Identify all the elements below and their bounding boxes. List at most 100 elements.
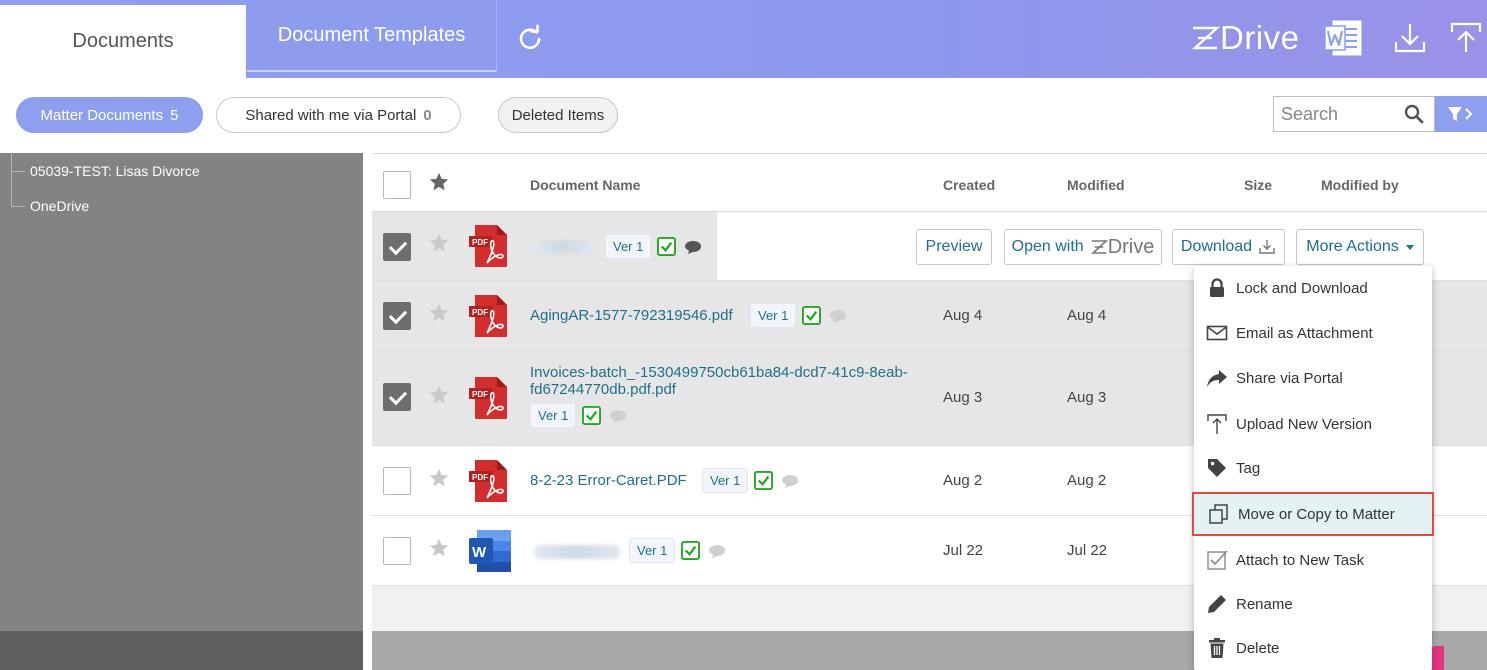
zdrive-logo: Drive	[1190, 19, 1300, 56]
preview-button[interactable]: Preview	[916, 229, 992, 265]
caret-down-icon	[1405, 244, 1414, 250]
select-all-checkbox[interactable]	[383, 171, 411, 199]
pdf-file-icon: PDF	[469, 295, 507, 337]
modified-date: Aug 3	[1067, 389, 1107, 406]
menu-item-label: Share via Portal	[1236, 369, 1343, 387]
shared-portal-filter[interactable]: Shared with me via Portal 0	[216, 97, 461, 133]
modified-date: Aug 4	[1067, 307, 1107, 324]
matter-documents-filter[interactable]: Matter Documents 5	[16, 97, 203, 133]
comment-icon[interactable]	[781, 473, 799, 489]
menu-item-delete[interactable]: Delete	[1194, 626, 1432, 670]
version-badge[interactable]: Ver 1	[702, 468, 749, 493]
comment-icon[interactable]	[829, 308, 847, 324]
file-name-link[interactable]: Invoices-batch_-1530499750cb61ba84-dcd7-…	[530, 364, 908, 398]
share-arrow-icon	[1207, 370, 1227, 387]
menu-item-label: Email as Attachment	[1236, 324, 1373, 342]
download-label: Download	[1180, 238, 1253, 255]
word-icon[interactable]	[1323, 18, 1363, 58]
version-badge[interactable]: Ver 1	[629, 538, 676, 563]
star-icon[interactable]	[428, 384, 450, 406]
tree-connector	[11, 171, 25, 172]
upload-icon[interactable]	[1446, 18, 1486, 58]
version-group: Ver 1	[530, 403, 627, 428]
svg-text:PDF: PDF	[472, 390, 488, 399]
comment-icon[interactable]	[708, 543, 726, 559]
row-checkbox[interactable]	[383, 467, 411, 495]
deleted-items-filter[interactable]: Deleted Items	[498, 97, 618, 133]
search-box	[1273, 96, 1435, 132]
zdrive-logo-text: Drive	[1220, 19, 1300, 56]
menu-item-email-as-attachment[interactable]: Email as Attachment	[1194, 311, 1432, 355]
menu-item-lock-and-download[interactable]: Lock and Download	[1194, 266, 1432, 310]
matter-documents-count: 5	[170, 106, 179, 124]
refresh-icon[interactable]	[516, 24, 544, 52]
menu-item-share-via-portal[interactable]: Share via Portal	[1194, 356, 1432, 400]
task-check-icon	[1207, 550, 1228, 570]
menu-item-label: Attach to New Task	[1236, 551, 1365, 569]
svg-text:PDF: PDF	[472, 238, 488, 247]
tab-document-templates[interactable]: Document Templates	[247, 0, 497, 72]
menu-item-label: Tag	[1236, 459, 1261, 477]
menu-item-label: Move or Copy to Matter	[1238, 505, 1395, 523]
comment-icon[interactable]	[684, 239, 702, 255]
tree-item-onedrive[interactable]: OneDrive	[30, 198, 89, 214]
download-button[interactable]: Download	[1172, 229, 1285, 265]
version-badge[interactable]: Ver 1	[750, 303, 797, 328]
tree-item-matter[interactable]: 05039-TEST: Lisas Divorce	[30, 163, 200, 179]
checked-in-icon	[754, 471, 774, 490]
more-actions-button[interactable]: More Actions	[1296, 229, 1424, 265]
redacted-file-name	[530, 240, 596, 254]
comment-icon[interactable]	[609, 408, 627, 424]
redacted-file-name	[534, 545, 620, 559]
file-name-link[interactable]: AgingAR-1577-792319546.pdf	[530, 307, 733, 324]
row-checkbox[interactable]	[383, 537, 411, 565]
deleted-items-label: Deleted Items	[511, 106, 605, 124]
menu-item-rename[interactable]: Rename	[1194, 582, 1432, 626]
pdf-file-icon: PDF	[469, 225, 507, 267]
top-header: Documents Document Templates Drive	[0, 0, 1487, 78]
menu-item-upload-new-version[interactable]: Upload New Version	[1194, 402, 1432, 446]
search-input[interactable]	[1281, 99, 1401, 129]
column-modified-by[interactable]: Modified by	[1321, 177, 1399, 193]
star-icon[interactable]	[428, 232, 450, 254]
tag-icon	[1208, 459, 1226, 477]
pencil-icon	[1208, 595, 1226, 613]
column-size[interactable]: Size	[1244, 177, 1272, 193]
menu-item-label: Rename	[1236, 595, 1293, 613]
tab-documents[interactable]: Documents	[0, 5, 246, 78]
version-group: Ver 1	[750, 303, 847, 328]
filter-button[interactable]	[1435, 96, 1487, 132]
created-date: Aug 4	[943, 307, 983, 324]
star-icon[interactable]	[428, 537, 450, 559]
download-icon	[1259, 240, 1275, 254]
open-with-zdrive-button[interactable]: Open with Drive	[1004, 229, 1162, 265]
table-header: Document Name Created Modified Size Modi…	[372, 153, 1487, 212]
row-checkbox[interactable]	[383, 302, 411, 330]
file-name-line: Invoices-batch_-1530499750cb61ba84-dcd7-…	[530, 364, 908, 381]
pdf-file-icon: PDF	[469, 460, 507, 502]
menu-item-tag[interactable]: Tag	[1194, 446, 1432, 490]
row-checkbox[interactable]	[383, 383, 411, 411]
version-badge[interactable]: Ver 1	[530, 403, 577, 428]
column-document-name[interactable]: Document Name	[530, 177, 640, 193]
file-name-link[interactable]: 8-2-23 Error-Caret.PDF	[530, 472, 687, 489]
row-checkbox[interactable]	[383, 233, 411, 261]
star-icon[interactable]	[428, 467, 450, 489]
column-modified[interactable]: Modified	[1067, 177, 1125, 193]
menu-item-attach-to-new-task[interactable]: Attach to New Task	[1194, 538, 1432, 582]
matter-documents-label: Matter Documents	[40, 106, 164, 124]
search-icon[interactable]	[1404, 104, 1424, 124]
version-badge[interactable]: Ver 1	[605, 234, 652, 259]
footer-pink-tab[interactable]	[1432, 646, 1444, 670]
download-icon[interactable]	[1390, 18, 1430, 58]
modified-date: Aug 2	[1067, 472, 1107, 489]
star-icon[interactable]	[428, 302, 450, 324]
menu-item-label: Delete	[1236, 639, 1280, 657]
version-group: Ver 1	[702, 468, 799, 493]
star-header-icon[interactable]	[428, 171, 450, 193]
created-date: Jul 22	[943, 542, 984, 559]
trash-icon	[1209, 638, 1225, 658]
version-group: Ver 1	[605, 234, 702, 259]
column-created[interactable]: Created	[943, 177, 995, 193]
menu-item-move-or-copy-to-matter[interactable]: Move or Copy to Matter	[1192, 492, 1434, 536]
